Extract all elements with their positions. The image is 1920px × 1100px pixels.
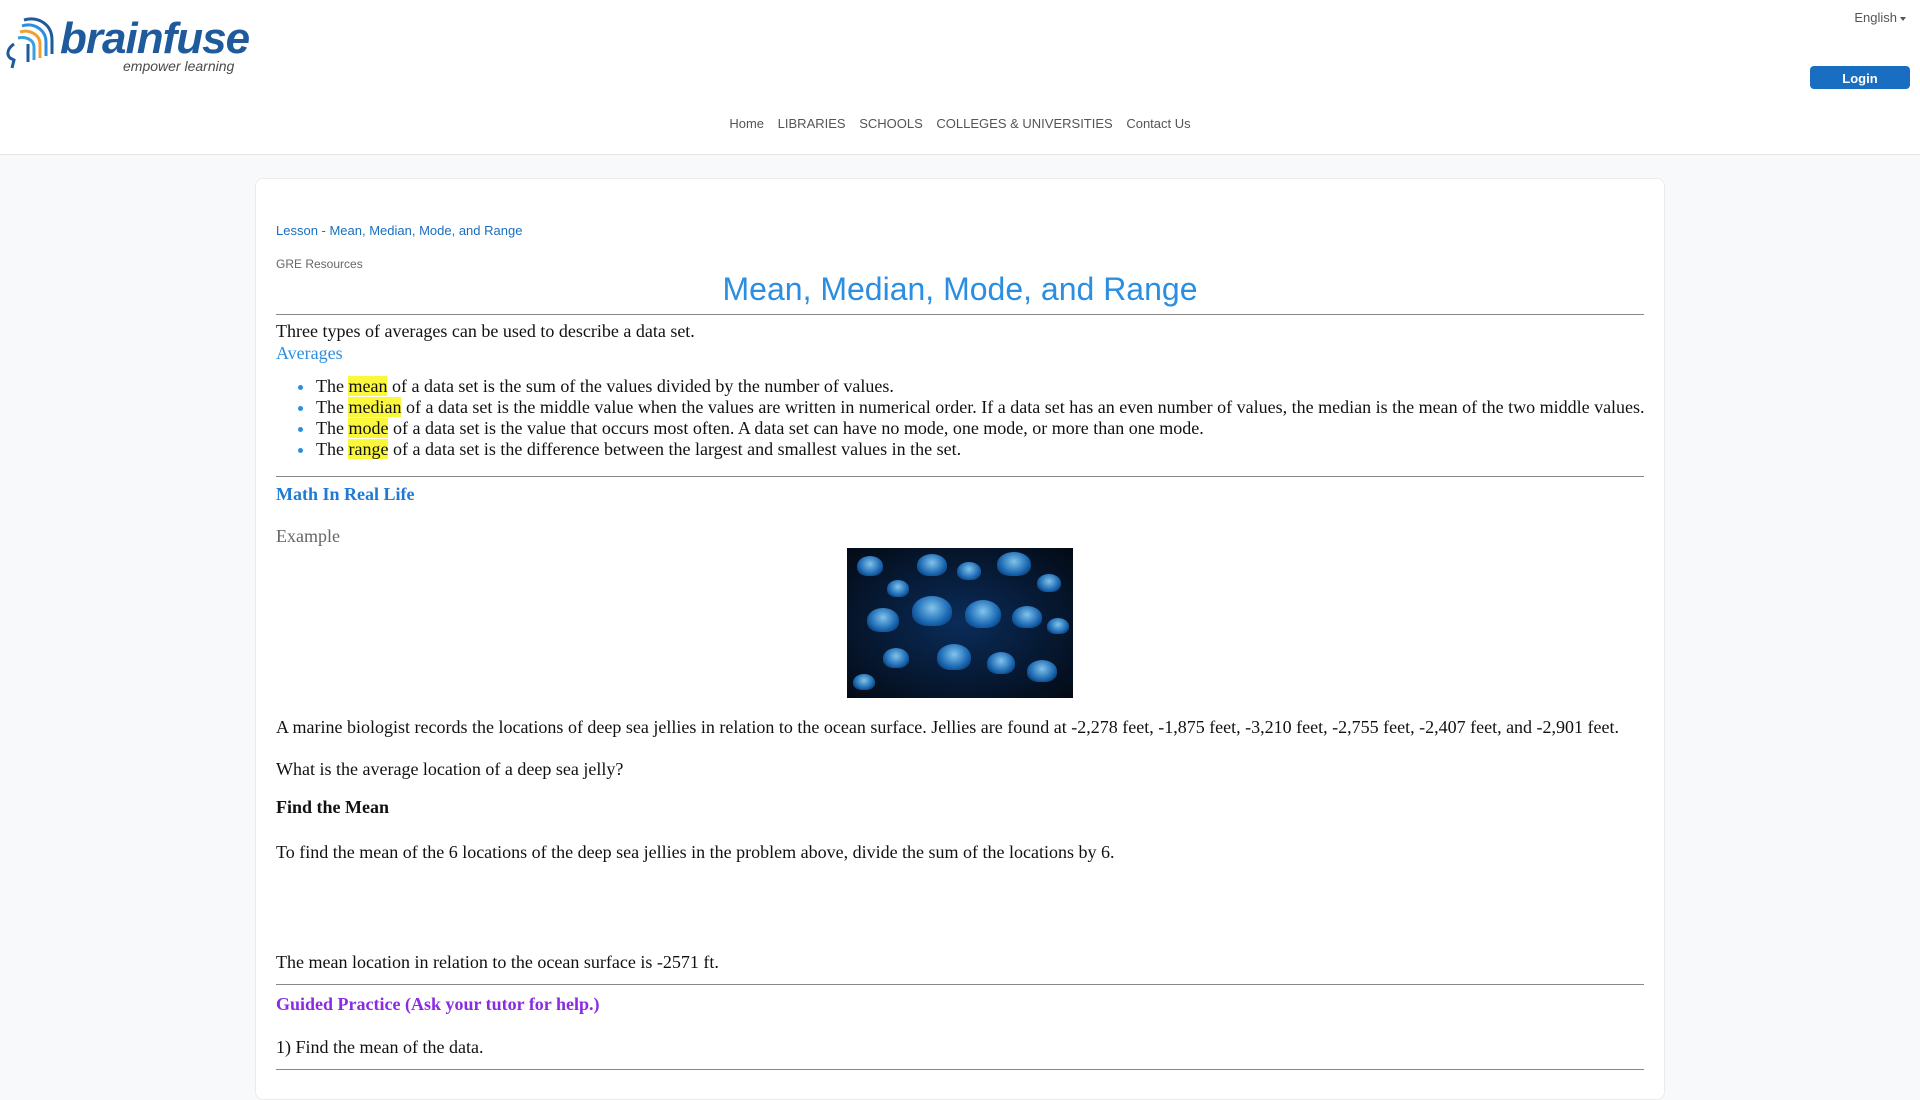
real-life-heading: Math In Real Life <box>276 484 415 504</box>
find-mean-text: To find the mean of the 6 locations of t… <box>276 842 1115 862</box>
term-range: range <box>348 439 389 459</box>
find-mean-heading: Find the Mean <box>276 797 390 817</box>
example-label: Example <box>276 526 340 546</box>
problem-text: A marine biologist records the locations… <box>276 717 1620 737</box>
question-text: What is the average location of a deep s… <box>276 759 624 779</box>
nav-libraries[interactable]: LIBRARIES <box>778 116 846 131</box>
login-button[interactable]: Login <box>1810 66 1910 89</box>
brainfuse-logo[interactable]: brainfuse empower learning <box>4 14 254 76</box>
nav-contact-us[interactable]: Contact Us <box>1126 116 1190 131</box>
section-divider <box>276 476 1644 477</box>
practice-question-1: 1) Find the mean of the data. <box>276 1037 484 1057</box>
averages-heading: Averages <box>276 343 343 363</box>
intro-text: Three types of averages can be used to d… <box>276 321 695 341</box>
list-item: The range of a data set is the differenc… <box>298 439 1645 460</box>
main-nav: Home LIBRARIES SCHOOLS COLLEGES & UNIVER… <box>0 116 1920 131</box>
language-dropdown[interactable]: English <box>1854 10 1906 25</box>
term-median: median <box>348 397 402 417</box>
guided-practice-heading: Guided Practice (Ask your tutor for help… <box>276 994 600 1014</box>
brainfuse-head-icon <box>6 17 54 69</box>
lesson-card: Lesson - Mean, Median, Mode, and Range G… <box>255 178 1665 1100</box>
logo-tagline: empower learning <box>123 58 235 74</box>
breadcrumb[interactable]: Lesson - Mean, Median, Mode, and Range <box>276 223 522 238</box>
site-header: brainfuse empower learning English Login… <box>0 0 1920 155</box>
jellyfish-image <box>847 548 1073 698</box>
title-divider <box>276 314 1644 315</box>
list-item: The mode of a data set is the value that… <box>298 418 1645 439</box>
language-label: English <box>1854 10 1897 25</box>
nav-colleges-universities[interactable]: COLLEGES & UNIVERSITIES <box>936 116 1112 131</box>
definitions-list: The mean of a data set is the sum of the… <box>276 376 1645 460</box>
section-divider <box>276 984 1644 985</box>
term-mode: mode <box>348 418 389 438</box>
list-item: The median of a data set is the middle v… <box>298 397 1645 417</box>
answer-text: The mean location in relation to the oce… <box>276 952 719 972</box>
nav-home[interactable]: Home <box>729 116 764 131</box>
term-mean: mean <box>348 376 388 396</box>
resource-category: GRE Resources <box>276 257 363 271</box>
list-item: The mean of a data set is the sum of the… <box>298 376 1645 397</box>
chevron-down-icon <box>1900 16 1906 21</box>
section-divider <box>276 1069 1644 1070</box>
nav-schools[interactable]: SCHOOLS <box>859 116 923 131</box>
page-title: Mean, Median, Mode, and Range <box>722 271 1198 307</box>
